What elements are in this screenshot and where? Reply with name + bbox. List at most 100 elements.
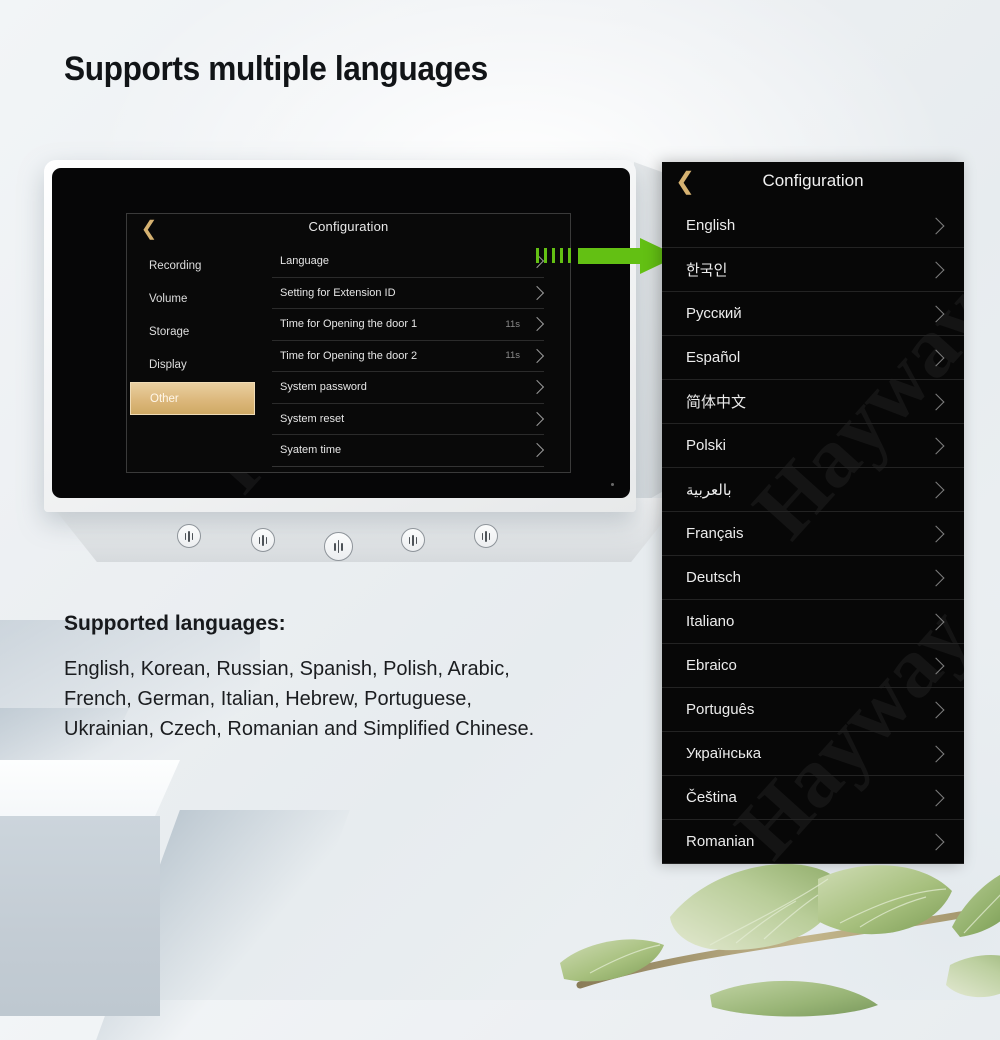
- chevron-right-icon: [529, 348, 545, 363]
- touch-button-4[interactable]: [401, 528, 425, 552]
- language-label: بالعربية: [686, 481, 732, 499]
- pedestal-front-face: [0, 816, 160, 1016]
- green-right-arrow: [536, 238, 681, 274]
- caption-block: Supported languages: English, Korean, Ru…: [64, 612, 624, 744]
- chevron-right-icon: [927, 481, 945, 498]
- option-row-system-reset[interactable]: System reset: [272, 404, 545, 435]
- language-label: Português: [686, 701, 755, 718]
- language-label: Español: [686, 349, 741, 366]
- poster-canvas: Supports multiple languages Hayway ❮ Con…: [0, 0, 1000, 1040]
- language-panel-title: Configuration: [762, 171, 864, 190]
- option-row-language[interactable]: Language: [272, 246, 545, 278]
- chevron-right-icon: [927, 745, 945, 762]
- chevron-right-icon: [927, 613, 945, 630]
- touch-button-5[interactable]: [474, 524, 498, 548]
- chevron-right-icon: [927, 569, 945, 586]
- chevron-right-icon: [927, 217, 945, 234]
- language-item-arabic[interactable]: بالعربية: [662, 468, 964, 512]
- option-row-door1-time[interactable]: Time for Opening the door 1 11s: [272, 309, 545, 341]
- arrow-dash: [536, 248, 539, 263]
- screen-indicator-dot: [611, 483, 614, 486]
- arrow-dash: [544, 248, 547, 263]
- caption-heading: Supported languages:: [64, 612, 286, 635]
- language-item-simplified-chinese[interactable]: 简体中文: [662, 380, 964, 424]
- chevron-right-icon: [927, 657, 945, 674]
- language-label: Italiano: [686, 613, 735, 630]
- caption-line-2: French, German, Italian, Hebrew, Portugu…: [64, 688, 472, 710]
- language-item-polish[interactable]: Polski: [662, 424, 964, 468]
- language-item-french[interactable]: Français: [662, 512, 964, 556]
- decorative-plant: [560, 845, 1000, 1020]
- configuration-body: Recording Volume Storage Display Other L…: [127, 244, 570, 472]
- language-label: 简体中文: [686, 394, 747, 411]
- configuration-header: ❮ Configuration: [127, 214, 570, 244]
- language-item-portuguese[interactable]: Português: [662, 688, 964, 732]
- touch-button-3[interactable]: [324, 532, 353, 561]
- option-row-door2-time[interactable]: Time for Opening the door 2 11s: [272, 341, 545, 372]
- language-selection-panel: Hayway Hayway ❮ Configuration English 한국…: [662, 162, 964, 864]
- configuration-sidebar: Recording Volume Storage Display Other: [127, 244, 272, 472]
- language-label: English: [686, 217, 736, 234]
- chevron-right-icon: [927, 701, 945, 718]
- language-item-italian[interactable]: Italiano: [662, 600, 964, 644]
- touch-button-1[interactable]: [177, 524, 201, 548]
- device-screen: Hayway ❮ Configuration Recording Volume …: [52, 168, 630, 498]
- language-label: Русский: [686, 305, 742, 322]
- configuration-title: Configuration: [308, 219, 389, 234]
- arrow-dash: [552, 248, 555, 263]
- option-label: Language: [280, 255, 329, 268]
- chevron-right-icon: [927, 437, 945, 454]
- option-label: System password: [280, 381, 367, 394]
- chevron-right-icon: [927, 525, 945, 542]
- chevron-right-icon: [529, 285, 545, 300]
- language-label: Français: [686, 525, 744, 542]
- sidebar-item-volume[interactable]: Volume: [127, 283, 272, 316]
- caption-line-3: Ukrainian, Czech, Romanian and Simplifie…: [64, 718, 535, 740]
- language-label: Ebraico: [686, 657, 737, 674]
- option-label: System reset: [280, 412, 345, 425]
- arrow-dash: [560, 248, 563, 263]
- intercom-monitor: Hayway ❮ Configuration Recording Volume …: [44, 160, 682, 570]
- language-item-korean[interactable]: 한국인: [662, 248, 964, 292]
- option-row-system-password[interactable]: System password: [272, 372, 545, 404]
- caption-line-1: English, Korean, Russian, Spanish, Polis…: [64, 658, 510, 680]
- option-value: 11s: [505, 350, 520, 362]
- language-item-russian[interactable]: Русский: [662, 292, 964, 336]
- pedestal-top-face: [0, 760, 180, 822]
- language-label: Čeština: [686, 789, 737, 806]
- language-item-german[interactable]: Deutsch: [662, 556, 964, 600]
- page-title: Supports multiple languages: [64, 50, 488, 88]
- configuration-options-list: Language Setting for Extension ID Time f: [272, 244, 570, 472]
- sidebar-item-recording[interactable]: Recording: [127, 250, 272, 283]
- option-row-extension-id[interactable]: Setting for Extension ID: [272, 278, 545, 309]
- option-label: Syatem time: [280, 444, 342, 457]
- option-label: Time for Opening the door 2: [280, 349, 418, 362]
- language-label: Polski: [686, 437, 727, 454]
- chevron-right-icon: [927, 349, 945, 366]
- option-label: Setting for Extension ID: [280, 286, 396, 299]
- arrow-dash: [568, 248, 571, 263]
- language-item-english[interactable]: English: [662, 204, 964, 248]
- option-row-system-time[interactable]: Syatem time: [272, 435, 545, 467]
- option-value: 11s: [505, 318, 520, 330]
- sidebar-item-storage[interactable]: Storage: [127, 316, 272, 349]
- configuration-panel: ❮ Configuration Recording Volume Storage…: [126, 213, 571, 473]
- language-item-spanish[interactable]: Español: [662, 336, 964, 380]
- chevron-right-icon: [529, 411, 545, 426]
- sidebar-item-other[interactable]: Other: [130, 382, 255, 415]
- chevron-right-icon: [927, 305, 945, 322]
- device-body: Hayway ❮ Configuration Recording Volume …: [44, 160, 636, 512]
- language-item-hebrew[interactable]: Ebraico: [662, 644, 964, 688]
- language-label: Українська: [686, 745, 762, 762]
- language-item-czech[interactable]: Čeština: [662, 776, 964, 820]
- chevron-right-icon: [927, 261, 945, 278]
- language-item-ukrainian[interactable]: Українська: [662, 732, 964, 776]
- language-label: 한국인: [686, 262, 728, 279]
- sidebar-item-display[interactable]: Display: [127, 349, 272, 382]
- language-panel-header: ❮ Configuration: [662, 162, 964, 204]
- option-label: Time for Opening the door 1: [280, 318, 418, 331]
- touch-button-2[interactable]: [251, 528, 275, 552]
- chevron-right-icon: [529, 317, 545, 332]
- chevron-right-icon: [927, 393, 945, 410]
- device-touch-button-row: [44, 500, 644, 566]
